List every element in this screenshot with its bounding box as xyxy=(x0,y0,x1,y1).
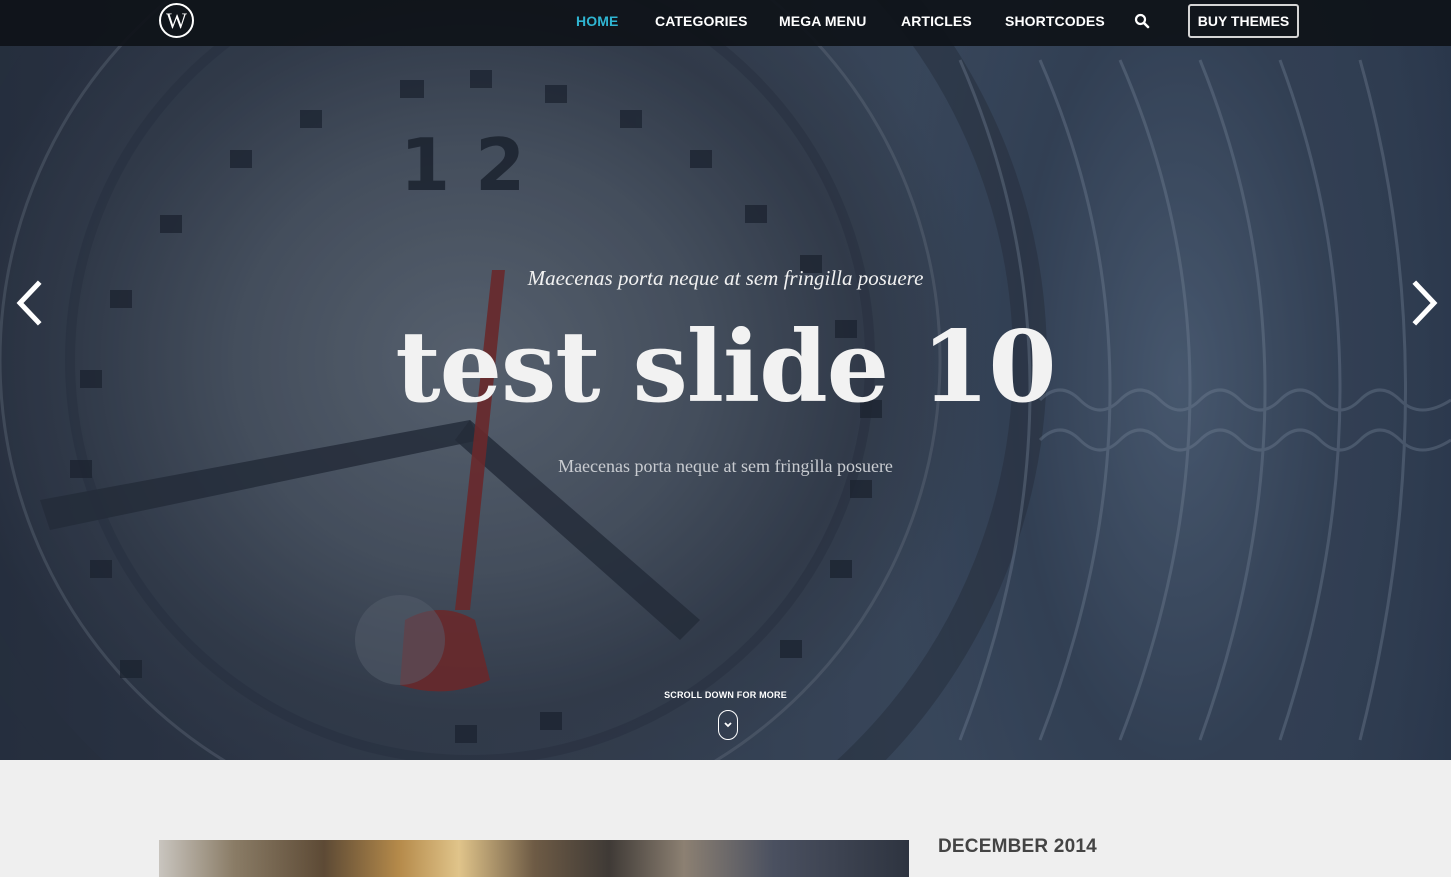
nav-item-shortcodes[interactable]: SHORTCODES xyxy=(1005,13,1105,29)
logo-letter: W xyxy=(166,7,187,33)
buy-themes-button[interactable]: BUY THEMES xyxy=(1188,4,1299,38)
slide-kicker: Maecenas porta neque at sem fringilla po… xyxy=(527,266,924,290)
nav-item-mega-menu[interactable]: MEGA MENU xyxy=(779,13,867,29)
slide-title: test slide 10 xyxy=(395,310,1056,425)
search-icon[interactable] xyxy=(1134,13,1150,29)
slider-next-button[interactable] xyxy=(1410,280,1440,326)
scroll-down-button[interactable] xyxy=(718,710,738,740)
slide-subtitle: Maecenas porta neque at sem fringilla po… xyxy=(558,456,893,476)
chevron-down-icon xyxy=(724,722,732,728)
nav-item-articles[interactable]: ARTICLES xyxy=(901,13,972,29)
hero-slider: 1 2 Maecenas porta neque at sem fringill… xyxy=(0,0,1451,760)
nav-item-home[interactable]: HOME xyxy=(576,13,618,29)
chevron-left-icon xyxy=(16,280,42,326)
chevron-right-icon xyxy=(1412,280,1438,326)
site-logo[interactable]: W xyxy=(159,3,194,38)
scroll-down-label: SCROLL DOWN FOR MORE xyxy=(664,690,787,700)
slider-prev-button[interactable] xyxy=(14,280,44,326)
featured-post-image[interactable] xyxy=(159,840,909,877)
top-navbar: W HOME CATEGORIES MEGA MENU ARTICLES SHO… xyxy=(0,0,1451,46)
nav-item-categories[interactable]: CATEGORIES xyxy=(655,13,748,29)
sidebar-archive-heading: DECEMBER 2014 xyxy=(938,836,1097,857)
